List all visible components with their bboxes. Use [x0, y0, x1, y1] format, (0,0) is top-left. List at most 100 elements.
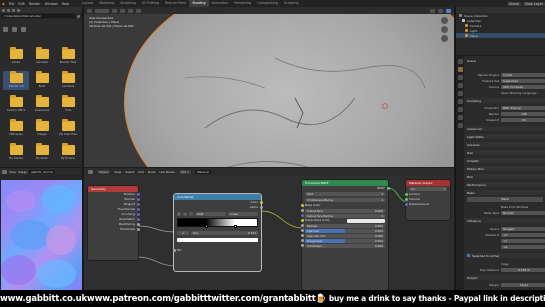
subsurface-color-swatch[interactable] — [347, 218, 385, 223]
filter-icon[interactable] — [77, 14, 80, 18]
editor-type-icon[interactable] — [2, 169, 7, 174]
space-dropdown[interactable]: Tangent — [501, 226, 545, 231]
target-dropdown[interactable]: All ▾ — [409, 186, 447, 191]
view-layer-selector[interactable]: View Layer — [522, 1, 545, 6]
socket-float-icon[interactable] — [300, 239, 304, 242]
image-name-field[interactable]: gabbitt_normal — [28, 169, 55, 174]
folder-item[interactable]: My Games — [3, 143, 29, 162]
subsurface-field[interactable]: Subsurface 0.000 — [305, 208, 385, 213]
hair-section[interactable]: Hair — [465, 150, 545, 155]
tab-texture-paint[interactable]: Texture Paint — [162, 0, 189, 7]
menu-help[interactable]: Help — [60, 2, 72, 6]
volumes-section[interactable]: Volumes — [465, 142, 545, 147]
socket-float-icon[interactable] — [259, 206, 263, 209]
camera-view-icon[interactable] — [441, 35, 448, 42]
socket-float-icon[interactable] — [300, 229, 304, 232]
advanced-section[interactable]: Advanced — [465, 126, 545, 131]
3d-viewport[interactable]: User Perspective (1) Collection | Plane … — [84, 7, 454, 167]
scene-tab-icon[interactable] — [457, 91, 463, 96]
add-stop-icon[interactable]: + — [177, 211, 181, 216]
folder-item[interactable]: Custom Office — [3, 95, 29, 114]
socket-vector-icon[interactable] — [136, 198, 140, 201]
geometry-node[interactable]: Geometry Position Normal Tangent True No… — [88, 186, 140, 260]
socket-vector-icon[interactable] — [136, 213, 140, 216]
influence-section[interactable]: Influence — [465, 218, 545, 223]
modifier-tab-icon[interactable] — [457, 115, 463, 120]
rock-plane-mesh[interactable] — [124, 7, 454, 167]
menu-render[interactable]: Render — [27, 2, 43, 6]
sort-icon[interactable] — [21, 27, 26, 32]
menu-edit[interactable]: Edit — [16, 2, 26, 6]
shading-solid-icon[interactable] — [430, 8, 435, 13]
swizzle-b-dropdown[interactable]: +Z — [501, 244, 545, 249]
socket-float-icon[interactable] — [300, 224, 304, 227]
output-tab-icon[interactable] — [457, 75, 463, 80]
sampling-section[interactable]: Sampling — [465, 98, 545, 103]
tab-sculpting[interactable]: Sculpting — [117, 0, 138, 7]
performance-section[interactable]: Performance — [465, 182, 545, 187]
remove-stop-icon[interactable]: − — [183, 211, 187, 216]
socket-color-icon[interactable] — [300, 204, 304, 207]
material-output-node[interactable]: Material Output All ▾ Surface Volume Disp… — [404, 180, 450, 220]
bake-button[interactable]: Bake — [467, 197, 543, 202]
distribution-dropdown[interactable]: GGX ▾ — [305, 191, 385, 196]
viewport-samples-field[interactable]: 32 — [501, 117, 545, 122]
tab-layout[interactable]: Layout — [79, 0, 96, 7]
stop-position-field[interactable]: Pos 0.727 — [191, 230, 258, 235]
cage-checkbox[interactable]: Cage — [501, 262, 508, 266]
integrator-dropdown[interactable]: Path Tracing — [501, 105, 545, 110]
render-engine-dropdown[interactable]: Cycles — [501, 72, 545, 77]
metallic-field[interactable]: Metallic 0.000 — [305, 223, 385, 228]
view-menu[interactable] — [112, 8, 117, 13]
socket-vector-icon[interactable] — [136, 218, 140, 221]
motion-blur-section[interactable]: Motion Blur — [465, 166, 545, 171]
folder-item[interactable]: Adobe — [3, 47, 29, 66]
tab-shading[interactable]: Shading — [189, 0, 209, 7]
folder-item[interactable]: Blender 2.8 — [3, 71, 29, 90]
shader-node-editor[interactable]: Object View Select Add Node Use Nodes Sl… — [84, 168, 454, 290]
socket-vector-icon[interactable] — [136, 208, 140, 211]
anisotropic-field[interactable]: Anisotropic 0.000 — [305, 243, 385, 248]
folder-item[interactable]: Camtasia — [55, 71, 81, 90]
outliner-item-plane[interactable]: Plane — [456, 33, 545, 38]
shading-material-icon[interactable] — [438, 8, 443, 13]
view-thumbnail-icon[interactable] — [3, 27, 8, 32]
ramp-stop-handle[interactable] — [204, 225, 208, 228]
output-section[interactable]: Output — [465, 275, 545, 280]
tab-animation[interactable]: Animation — [209, 0, 232, 7]
folder-item[interactable]: Blender Files — [55, 47, 81, 66]
tab-uv-editing[interactable]: UV Editing — [139, 0, 162, 7]
render-tab-icon[interactable] — [457, 67, 463, 72]
view-list-icon[interactable] — [12, 27, 17, 32]
object-menu[interactable] — [136, 8, 141, 13]
bake-section[interactable]: Bake — [465, 190, 545, 195]
navigation-gizmo[interactable] — [441, 17, 451, 57]
socket-vector-icon[interactable] — [300, 214, 304, 217]
socket-float-icon[interactable] — [136, 223, 140, 226]
refresh-icon[interactable] — [17, 8, 20, 12]
add-menu[interactable] — [128, 8, 133, 13]
folder-item[interactable]: Build — [29, 71, 55, 90]
chevron-down-icon[interactable] — [189, 211, 193, 216]
tab-scripting[interactable]: Scripting — [281, 0, 302, 7]
simplify-section[interactable]: Simplify — [465, 158, 545, 163]
shading-rendered-icon[interactable] — [446, 8, 451, 13]
path-field[interactable]: C:\Users\Grant\Documents\ — [2, 14, 75, 18]
pan-icon[interactable] — [441, 26, 448, 33]
folder-item[interactable]: Downloads — [29, 95, 55, 114]
zoom-icon[interactable] — [441, 17, 448, 24]
feature-set-dropdown[interactable]: Supported — [501, 78, 545, 83]
osl-checkbox[interactable]: Open Shading Language — [501, 91, 537, 95]
stop-index-field[interactable]: 1 — [177, 230, 189, 235]
tab-modeling[interactable]: Modeling — [96, 0, 117, 7]
socket-color-icon[interactable] — [259, 201, 263, 204]
back-icon[interactable] — [2, 8, 5, 12]
material-tab-icon[interactable] — [457, 123, 463, 128]
image-menu[interactable]: Image — [18, 170, 27, 174]
principled-bsdf-node[interactable]: Principled BSDF BSDF GGX ▾ Christensen-Bu… — [300, 180, 390, 290]
folder-item[interactable]: IISExpress — [3, 119, 29, 138]
bake-type-dropdown[interactable]: Normal — [501, 210, 545, 215]
view-menu[interactable]: View — [9, 170, 16, 174]
folder-item[interactable]: Autodesk — [29, 47, 55, 66]
menu-window[interactable]: Window — [43, 2, 60, 6]
